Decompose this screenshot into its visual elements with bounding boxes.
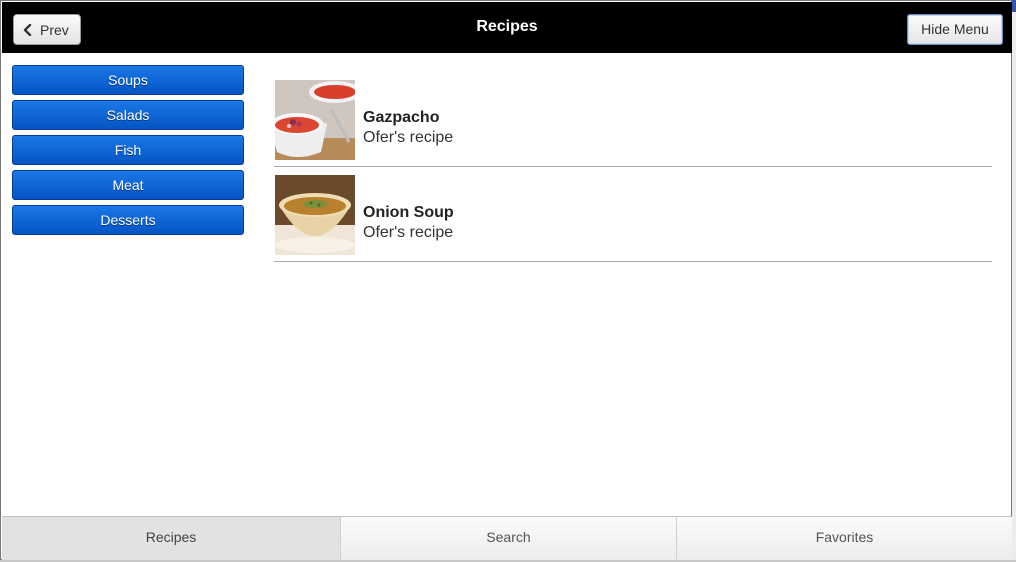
menu-item-meat[interactable]: Meat [12,170,244,200]
tab-search[interactable]: Search [340,517,676,561]
page-title: Recipes [476,18,538,35]
recipe-subtitle: Ofer's recipe [363,129,454,146]
header-bar: Prev Recipes Hide Menu [2,2,1012,53]
category-menu: Soups Salads Fish Meat Desserts [12,65,244,240]
onion-soup-bowl-image [275,175,355,255]
menu-item-fish[interactable]: Fish [12,135,244,165]
app-frame: Prev Recipes Hide Menu Soups Salads Fish… [0,0,1012,561]
recipe-name: Onion Soup [363,204,454,221]
recipe-subtitle: Ofer's recipe [363,224,454,241]
recipe-list-item[interactable]: Onion Soup Ofer's recipe [274,167,992,262]
window-edge [1012,0,1016,562]
tab-recipes[interactable]: Recipes [2,517,340,561]
recipe-list-item[interactable]: Gazpacho Ofer's recipe [274,72,992,167]
recipe-list: Gazpacho Ofer's recipe Onion Soup Ofer's [274,72,992,262]
menu-item-salads[interactable]: Salads [12,100,244,130]
menu-item-desserts[interactable]: Desserts [12,205,244,235]
recipe-name: Gazpacho [363,109,440,126]
hide-menu-button[interactable]: Hide Menu [907,14,1003,45]
gazpacho-bowl-image [275,80,355,160]
bottom-tab-bar: Recipes Search Favorites [2,516,1012,561]
tab-favorites[interactable]: Favorites [676,517,1012,561]
menu-item-soups[interactable]: Soups [12,65,244,95]
window-edge-accent [1012,0,1016,12]
